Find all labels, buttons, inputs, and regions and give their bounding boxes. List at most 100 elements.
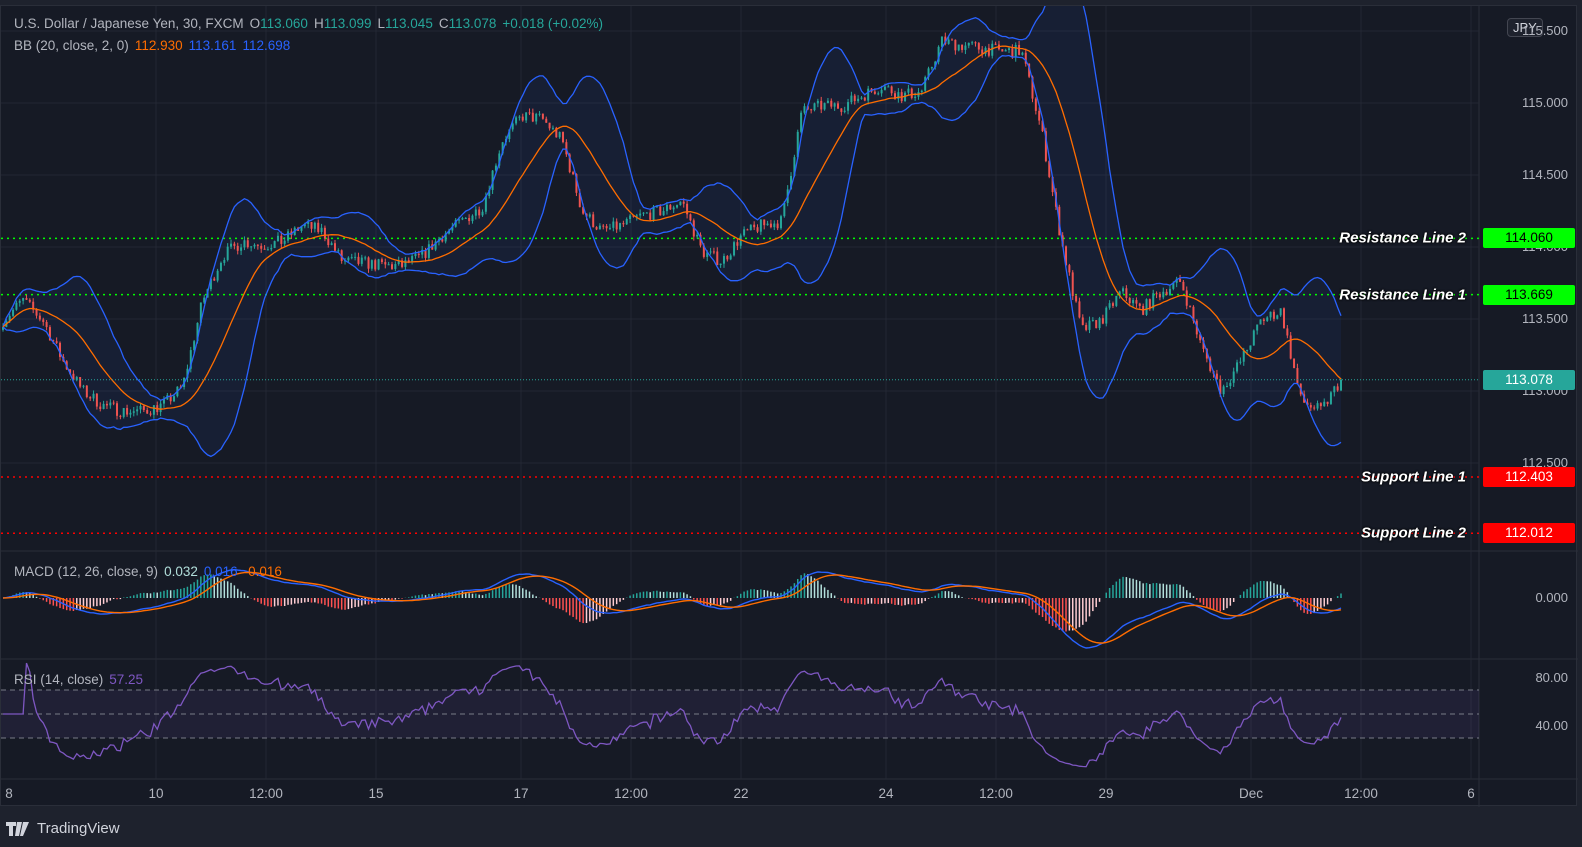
candle-body	[722, 256, 725, 264]
bb-lower-value: 112.698	[242, 38, 291, 53]
candle-body	[1252, 330, 1255, 346]
candle-body	[390, 264, 393, 269]
candle-body	[1101, 318, 1104, 324]
candle-body	[558, 132, 561, 138]
candle-body	[1158, 294, 1161, 298]
candle-body	[102, 403, 105, 409]
time-axis-label: 17	[513, 786, 529, 801]
candle-body	[947, 39, 950, 44]
time-axis-label: 29	[1098, 786, 1114, 801]
candle-body	[1182, 281, 1185, 291]
candle-body	[548, 122, 551, 129]
candle-body	[276, 235, 279, 242]
candle-body	[1162, 291, 1165, 298]
candle-body	[1340, 379, 1342, 391]
candle-body	[12, 309, 15, 316]
candle-body	[1313, 407, 1316, 409]
candle-body	[1316, 403, 1319, 409]
candle-body	[803, 106, 806, 113]
bb-upper-value: 113.161	[188, 38, 237, 53]
candle-body	[994, 43, 997, 45]
time-axis-label: 12:00	[614, 786, 648, 801]
chart-canvas[interactable]	[1, 6, 1578, 807]
candle-body	[541, 113, 544, 119]
candle-body	[850, 95, 853, 103]
symbol-title[interactable]: U.S. Dollar / Japanese Yen, 30, FXCM	[14, 16, 244, 31]
candle-body	[354, 256, 357, 258]
candle-body	[159, 403, 162, 413]
candle-body	[1242, 350, 1245, 362]
candle-body	[243, 240, 246, 248]
candle-body	[810, 109, 813, 111]
candle-body	[129, 412, 132, 415]
candle-body	[464, 218, 467, 220]
candle-body	[474, 209, 477, 216]
macd-label[interactable]: MACD (12, 26, close, 9)	[14, 564, 158, 579]
candle-body	[216, 270, 219, 281]
candle-body	[85, 385, 88, 398]
candle-body	[89, 397, 92, 399]
candle-body	[1239, 361, 1242, 363]
bb-label[interactable]: BB (20, close, 2, 0)	[14, 38, 129, 53]
candle-body	[233, 243, 236, 246]
candle-body	[843, 110, 846, 112]
candle-body	[1236, 362, 1239, 372]
tradingview-logo[interactable]: TradingView	[6, 820, 120, 837]
candle-body	[350, 257, 353, 259]
candle-body	[920, 90, 923, 93]
candle-body	[971, 42, 974, 44]
candle-body	[146, 410, 149, 414]
time-axis-label: 15	[368, 786, 384, 801]
candle-body	[863, 97, 866, 101]
candle-body	[1296, 368, 1299, 384]
candle-body	[1232, 371, 1235, 383]
candle-body	[977, 43, 980, 50]
candle-body	[880, 89, 883, 94]
candle-body	[374, 260, 377, 270]
candle-body	[709, 251, 712, 253]
candle-body	[360, 257, 363, 264]
candle-body	[280, 235, 283, 244]
candle-body	[551, 127, 554, 129]
candle-body	[45, 321, 48, 328]
candle-body	[733, 242, 736, 256]
candle-body	[515, 117, 518, 124]
candle-body	[642, 212, 645, 214]
candle-body	[38, 315, 41, 320]
candle-body	[759, 219, 762, 232]
candle-body	[126, 408, 129, 415]
candle-body	[1225, 386, 1228, 388]
candle-body	[370, 260, 373, 269]
candle-body	[847, 102, 850, 111]
chart-area[interactable]: U.S. Dollar / Japanese Yen, 30, FXCM O113…	[0, 5, 1578, 807]
candle-body	[1138, 303, 1141, 306]
level-label: Resistance Line 2	[1339, 229, 1466, 247]
candle-body	[1279, 308, 1282, 316]
candle-body	[625, 219, 628, 225]
candle-body	[1071, 272, 1074, 297]
candle-body	[652, 206, 655, 220]
candle-body	[766, 223, 769, 226]
candle-body	[213, 278, 216, 281]
candle-body	[270, 247, 273, 250]
candle-body	[132, 411, 135, 413]
candle-body	[783, 202, 786, 217]
candle-body	[1229, 382, 1232, 387]
candle-body	[857, 98, 860, 102]
candle-body	[823, 103, 826, 110]
candle-body	[712, 251, 715, 253]
candle-body	[142, 405, 145, 411]
candle-body	[645, 212, 648, 214]
candle-body	[18, 300, 21, 303]
candle-body	[1128, 298, 1131, 304]
candle-body	[1105, 307, 1108, 324]
candle-body	[273, 241, 276, 248]
candle-body	[1011, 48, 1014, 58]
candle-body	[682, 201, 685, 204]
candle-body	[890, 86, 893, 94]
candle-body	[518, 116, 521, 118]
rsi-label[interactable]: RSI (14, close)	[14, 672, 103, 687]
candle-body	[813, 103, 816, 111]
candle-body	[1336, 386, 1339, 391]
candle-body	[1165, 291, 1168, 295]
